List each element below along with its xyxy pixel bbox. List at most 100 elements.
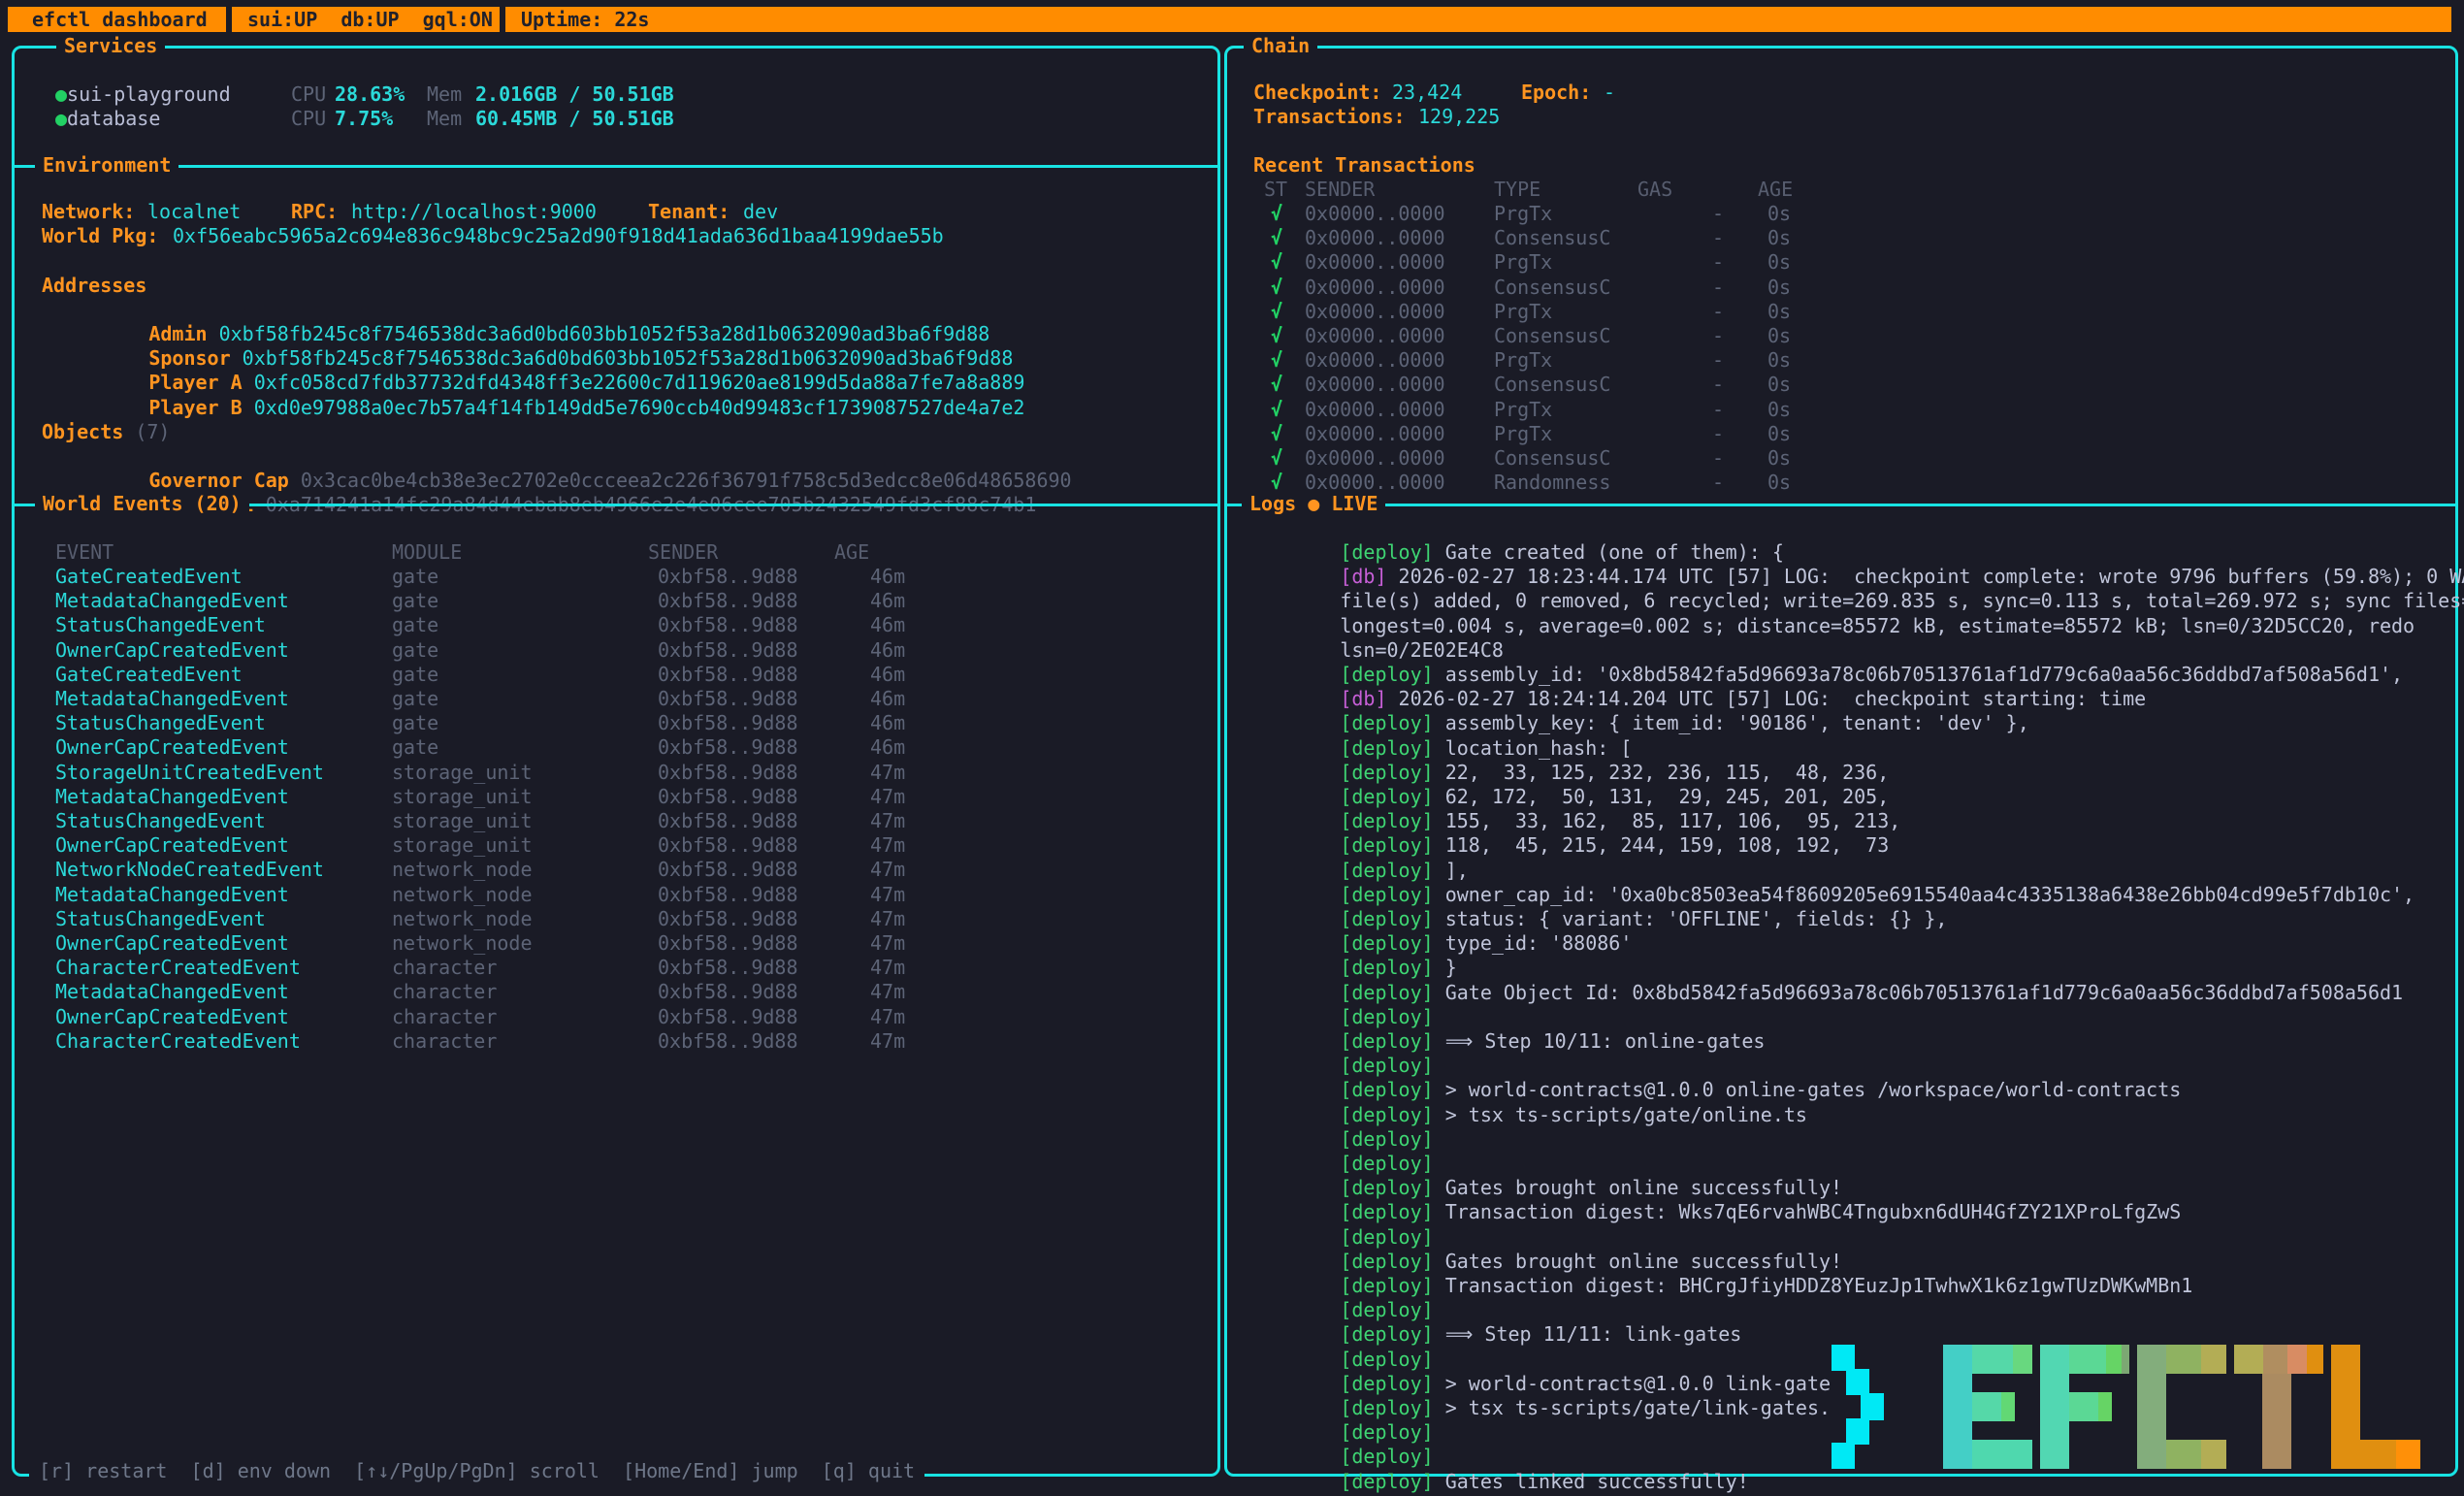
event-module: gate xyxy=(392,638,438,663)
event-sender: 0xbf58..9d88 xyxy=(658,858,798,882)
log-line: [deploy] ⟹ Step 10/11: online-gates xyxy=(1247,1005,2464,1029)
logs-divider xyxy=(1224,504,2458,506)
log-line: [deploy] ], xyxy=(1247,834,2464,859)
event-name: MetadataChangedEvent xyxy=(55,980,289,1004)
tx-age: 0s xyxy=(1767,226,1791,250)
tx-sender: 0x0000..0000 xyxy=(1305,202,1445,226)
event-module: gate xyxy=(392,735,438,760)
log-text: Gates linked successfully! xyxy=(1434,1470,1749,1493)
tx-gas: - xyxy=(1712,446,1724,471)
tx-sender: 0x0000..0000 xyxy=(1305,446,1445,471)
event-sender: 0xbf58..9d88 xyxy=(658,883,798,907)
tx-gas: - xyxy=(1712,300,1724,324)
event-age: 47m xyxy=(870,785,905,809)
log-line: lsn=0/2E02E4C8 xyxy=(1247,614,2464,638)
event-name: OwnerCapCreatedEvent xyxy=(55,638,289,663)
event-module: gate xyxy=(392,663,438,687)
events-header-module: MODULE xyxy=(392,540,462,565)
event-module: gate xyxy=(392,565,438,589)
tx-row: √ 0x0000..0000 ConsensusC - 0s xyxy=(0,324,2464,348)
event-age: 47m xyxy=(870,1029,905,1054)
tx-row: √ 0x0000..0000 ConsensusC - 0s xyxy=(0,226,2464,250)
event-module: storage_unit xyxy=(392,785,533,809)
tx-age: 0s xyxy=(1767,422,1791,446)
event-name: OwnerCapCreatedEvent xyxy=(55,931,289,956)
app-title: efctl dashboard xyxy=(32,7,208,32)
checkpoint-label: Checkpoint: xyxy=(1253,81,1381,105)
tx-gas: - xyxy=(1712,373,1724,397)
tx-sender: 0x0000..0000 xyxy=(1305,276,1445,300)
tx-sender: 0x0000..0000 xyxy=(1305,250,1445,275)
event-module: network_node xyxy=(392,858,533,882)
services-status: sui:UP db:UP gql:ON xyxy=(247,7,493,32)
event-sender: 0xbf58..9d88 xyxy=(658,687,798,711)
tx-status-check-icon: √ xyxy=(1271,250,1282,275)
log-line: [deploy] > tsx ts-scripts/gate/online.ts xyxy=(1247,1079,2464,1103)
tx-age: 0s xyxy=(1767,276,1791,300)
tx-status-check-icon: √ xyxy=(1271,226,1282,250)
log-line: [db] 2026-02-27 18:24:14.204 UTC [57] LO… xyxy=(1247,663,2464,687)
logo-letter-t xyxy=(2234,1345,2323,1469)
tx-type: ConsensusC xyxy=(1494,324,1610,348)
tx-gas: - xyxy=(1712,250,1724,275)
event-sender: 0xbf58..9d88 xyxy=(658,663,798,687)
event-age: 47m xyxy=(870,858,905,882)
tx-age: 0s xyxy=(1767,373,1791,397)
tx-gas: - xyxy=(1712,276,1724,300)
efctl-dashboard: efctl dashboard sui:UP db:UP gql:ON Upti… xyxy=(0,0,2464,1496)
tx-type: ConsensusC xyxy=(1494,276,1610,300)
log-line: longest=0.004 s, average=0.002 s; distan… xyxy=(1247,590,2464,614)
event-name: StatusChangedEvent xyxy=(55,809,266,833)
event-sender: 0xbf58..9d88 xyxy=(658,931,798,956)
tx-row: √ 0x0000..0000 ConsensusC - 0s xyxy=(0,276,2464,300)
event-module: gate xyxy=(392,613,438,637)
event-sender: 0xbf58..9d88 xyxy=(658,735,798,760)
event-sender: 0xbf58..9d88 xyxy=(658,1029,798,1054)
environment-divider xyxy=(12,165,1220,168)
event-sender: 0xbf58..9d88 xyxy=(658,565,798,589)
event-sender: 0xbf58..9d88 xyxy=(658,638,798,663)
top-bar: efctl dashboard sui:UP db:UP gql:ON Upti… xyxy=(8,7,2451,32)
tx-gas: - xyxy=(1712,348,1724,373)
log-line: [deploy] 118, 45, 215, 244, 159, 108, 19… xyxy=(1247,809,2464,833)
event-age: 47m xyxy=(870,931,905,956)
checkpoint-value: 23,424 xyxy=(1392,81,1462,105)
tx-header-type: TYPE xyxy=(1494,178,1540,202)
environment-panel-title: Environment xyxy=(35,153,178,178)
log-line: [deploy] type_id: '88086' xyxy=(1247,907,2464,931)
live-dot-icon: ● xyxy=(1308,492,1319,515)
log-line: [deploy] Transaction digest: BHCrgJfiyHD… xyxy=(1247,1250,2464,1274)
tx-header-sender: SENDER xyxy=(1305,178,1375,202)
event-name: CharacterCreatedEvent xyxy=(55,1029,301,1054)
tx-gas: - xyxy=(1712,324,1724,348)
tx-age: 0s xyxy=(1767,202,1791,226)
log-line: [deploy] ⟹ Step 11/11: link-gates xyxy=(1247,1298,2464,1322)
logo-letter-l xyxy=(2331,1345,2420,1469)
tx-header: ST SENDER TYPE GAS AGE xyxy=(0,178,2464,202)
event-age: 47m xyxy=(870,833,905,858)
event-sender: 0xbf58..9d88 xyxy=(658,613,798,637)
tx-age: 0s xyxy=(1767,348,1791,373)
recent-transactions-title: Recent Transactions xyxy=(1253,153,2464,178)
tx-row: √ 0x0000..0000 PrgTx - 0s xyxy=(0,300,2464,324)
event-module: character xyxy=(392,980,497,1004)
event-age: 47m xyxy=(870,883,905,907)
efctl-logo xyxy=(1832,1345,2425,1469)
logo-letter-e xyxy=(1943,1345,2032,1469)
event-module: storage_unit xyxy=(392,761,533,785)
event-name: StorageUnitCreatedEvent xyxy=(55,761,324,785)
log-line: [deploy] 22, 33, 125, 232, 236, 115, 48,… xyxy=(1247,736,2464,761)
event-sender: 0xbf58..9d88 xyxy=(658,589,798,613)
event-module: character xyxy=(392,956,497,980)
tx-sender: 0x0000..0000 xyxy=(1305,348,1445,373)
tx-type: ConsensusC xyxy=(1494,446,1610,471)
log-line: [deploy] xyxy=(1247,1201,2464,1225)
tx-sender: 0x0000..0000 xyxy=(1305,226,1445,250)
event-age: 46m xyxy=(870,589,905,613)
event-sender: 0xbf58..9d88 xyxy=(658,1005,798,1029)
tx-status-check-icon: √ xyxy=(1271,324,1282,348)
uptime-label: Uptime: 22s xyxy=(521,7,649,32)
world-events-panel-title: World Events (20) xyxy=(35,492,249,516)
tx-status-check-icon: √ xyxy=(1271,276,1282,300)
event-module: storage_unit xyxy=(392,809,533,833)
